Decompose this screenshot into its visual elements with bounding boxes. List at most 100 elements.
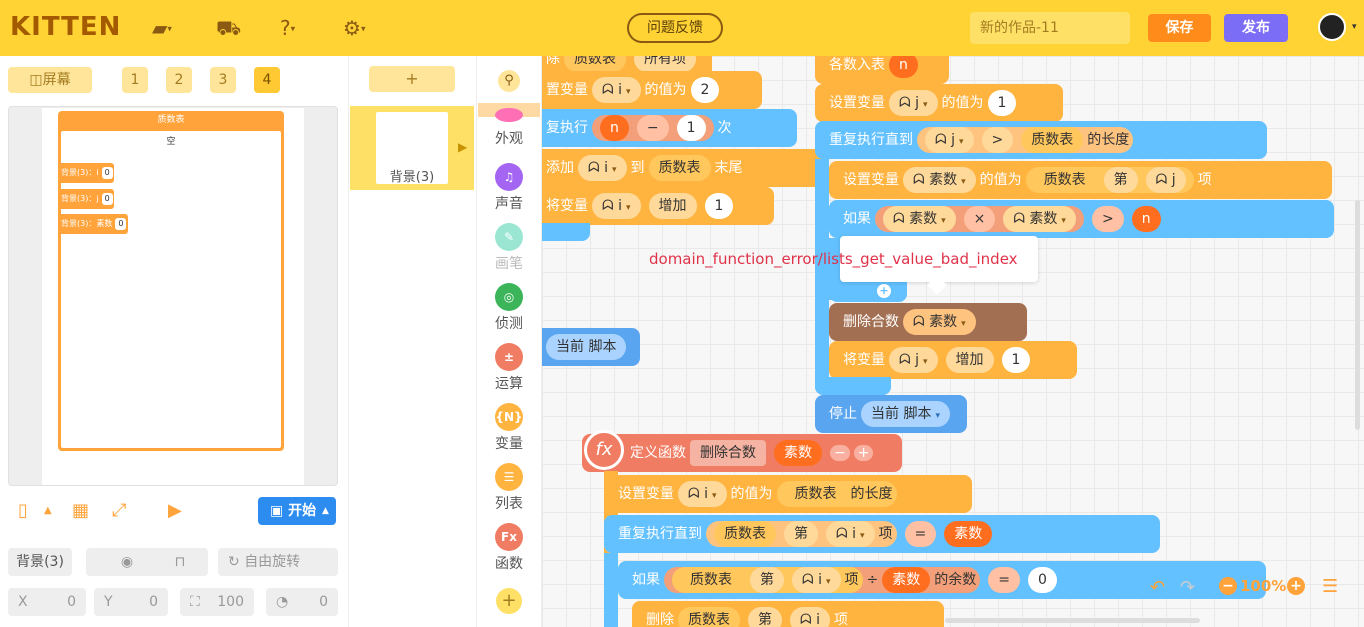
size-field[interactable]: ⛶ 100 <box>180 588 254 616</box>
project-name-input[interactable]: 新的作品-11 <box>970 12 1130 44</box>
start-icon: ▣ <box>270 503 284 519</box>
x-field[interactable]: X0 <box>8 588 86 616</box>
block-call-delete-composite[interactable]: 删除合数 ᗣ 素数 ▾ <box>829 303 1027 341</box>
ghost-icon: ᗣ <box>602 82 614 98</box>
appearance-icon <box>495 108 523 122</box>
variable-monitor-j[interactable]: 背景(3)：j 0 <box>58 189 114 209</box>
file-menu-icon[interactable]: ▰▾ <box>152 15 186 41</box>
operator-icon: ± <box>495 343 523 371</box>
redo-icon[interactable]: ↷ <box>1180 577 1195 598</box>
ghost-icon: ᗣ <box>899 352 911 368</box>
zoom-out-button[interactable]: − <box>1219 577 1237 595</box>
screen-tab-2[interactable]: 2 <box>166 67 192 93</box>
ghost-icon: ᗣ <box>688 486 700 502</box>
direction-icon: ◔ <box>276 594 289 610</box>
block-change-j[interactable]: 将变量 ᗣ j ▾ 增加 1 <box>829 341 1077 379</box>
variable-monitor-prime[interactable]: 背景(3)：素数 0 <box>58 214 128 234</box>
add-param-icon[interactable]: + <box>853 445 874 461</box>
variable-monitor-i[interactable]: 背景(3)：i 0 <box>58 163 114 183</box>
direction-field[interactable]: ◔ 0 <box>266 588 338 616</box>
block-set-prime[interactable]: 设置变量 ᗣ 素数 ▾ 的值为 质数表第 ᗣ j项 <box>829 161 1332 199</box>
ghost-icon: ᗣ <box>588 160 600 176</box>
remove-param-icon[interactable]: − <box>830 445 850 461</box>
list-monitor[interactable]: 质数表 空 <box>58 111 284 451</box>
rotation-mode-select[interactable]: ↻ 自由旋转 <box>218 548 338 576</box>
chevron-down-icon[interactable]: ▾ <box>1352 22 1357 32</box>
block-add-to-list[interactable]: 添加 ᗣ i ▾ 到质数表 末尾 <box>542 149 822 187</box>
screen-icon: ◫ <box>29 72 43 88</box>
video-icon[interactable]: ▶ <box>168 500 182 521</box>
block-numbers-to-list[interactable]: 各数入表 n <box>815 56 949 84</box>
align-blocks-icon[interactable]: ☰ <box>1322 576 1338 597</box>
category-variable[interactable]: {N} 变量 <box>476 403 542 453</box>
start-button[interactable]: ▣ 开始 ▲ <box>258 497 336 525</box>
fullscreen-icon[interactable]: ⤢ <box>112 500 126 521</box>
block-if-remainder[interactable]: 如果 质数表第 ᗣ i ▾ 项 ÷ 素数 的余数 = 0 <box>618 561 1266 599</box>
variable-icon: {N} <box>495 403 523 431</box>
code-workspace[interactable]: 除质数表 所有项 置变量 ᗣ i ▾ 的值为 2 复执行 n −1 次 添加 ᗣ i ▾ 到质数表 末尾… <box>542 56 1364 627</box>
block-repeat-times[interactable]: 复执行 n −1 次 <box>542 109 797 147</box>
block-delete-item[interactable]: 删除 质数表第 ᗣ i项 <box>632 601 944 627</box>
publish-button[interactable]: 发布 <box>1224 14 1288 42</box>
y-field[interactable]: Y0 <box>94 588 168 616</box>
category-appearance[interactable]: 外观 <box>476 108 542 148</box>
phone-view-icon[interactable]: ▯ <box>18 500 28 521</box>
screen-tab-3[interactable]: 3 <box>210 67 236 93</box>
avatar[interactable] <box>1318 13 1346 41</box>
block-change-i[interactable]: 将变量 ᗣ i ▾ 增加 1 <box>542 187 774 225</box>
vertical-scrollbar[interactable] <box>1355 200 1360 430</box>
bag-icon[interactable]: ⛟ <box>216 15 250 41</box>
category-operator[interactable]: ± 运算 <box>476 343 542 393</box>
size-icon: ⛶ <box>190 594 200 610</box>
category-function[interactable]: Fx 函数 <box>476 523 542 573</box>
app-logo[interactable]: KITTEN <box>10 12 121 42</box>
block-repeat-until-equal[interactable]: 重复执行直到 质数表第 ᗣ i ▾ 项 = 素数 <box>604 515 1160 553</box>
add-extension-button[interactable]: + <box>496 588 522 614</box>
block-if[interactable]: 如果 ᗣ 素数 ▾ × ᗣ 素数 ▾ > n <box>829 200 1334 238</box>
function-icon: fx <box>584 430 624 470</box>
settings-gear-icon[interactable]: ⚙▾ <box>343 15 377 41</box>
repeat-block-end <box>542 223 590 241</box>
category-sensing[interactable]: ◎ 侦测 <box>476 283 542 333</box>
search-icon[interactable]: ⚲ <box>498 70 520 92</box>
ghost-icon: ᗣ <box>836 526 848 542</box>
chevron-right-icon[interactable]: ▶ <box>458 140 467 154</box>
block-set-i-length[interactable]: 设置变量 ᗣ i ▾ 的值为 质数表 的长度 <box>604 475 972 513</box>
category-sound[interactable]: ♫ 声音 <box>476 163 542 213</box>
chevron-up-icon[interactable]: ▲ <box>322 497 329 525</box>
save-button[interactable]: 保存 <box>1148 14 1211 42</box>
block-stop[interactable]: 停止 当前 脚本 ▾ <box>815 395 967 433</box>
screen-button[interactable]: ◫屏幕 <box>8 67 92 93</box>
block-stop-script[interactable]: 当前 脚本 <box>542 328 640 366</box>
lock-icon[interactable]: ⊓ <box>152 548 208 576</box>
category-list[interactable]: ☰ 列表 <box>476 463 542 513</box>
background-label: 背景(3) <box>389 170 435 185</box>
block-repeat-until[interactable]: 重复执行直到 ᗣ j ▾ > 质数表 的长度 <box>815 121 1267 159</box>
block-set-j[interactable]: 设置变量 ᗣ j ▾ 的值为 1 <box>815 84 1063 122</box>
undo-icon[interactable]: ↶ <box>1150 577 1165 598</box>
grid-icon[interactable]: ▦ <box>72 500 89 521</box>
ghost-icon: ᗣ <box>899 95 911 111</box>
list-icon: ☰ <box>495 463 523 491</box>
add-sprite-button[interactable]: + <box>369 66 455 92</box>
help-menu-icon[interactable]: ?▾ <box>280 15 314 41</box>
repeat-until-arm <box>815 159 829 389</box>
horizontal-scrollbar[interactable] <box>945 618 1200 623</box>
ghost-icon: ᗣ <box>602 198 614 214</box>
block-define-function[interactable]: 定义函数 删除合数 素数 − + <box>582 434 902 472</box>
screen-tab-4[interactable]: 4 <box>254 67 280 93</box>
feedback-button[interactable]: 问题反馈 <box>627 13 723 43</box>
ghost-icon: ᗣ <box>800 612 812 627</box>
repeat-until-end <box>815 377 891 395</box>
block-set-i[interactable]: 置变量 ᗣ i ▾ 的值为 2 <box>542 71 762 109</box>
list-empty-label: 空 <box>166 137 176 147</box>
ghost-icon: ᗣ <box>893 211 905 227</box>
zoom-in-button[interactable]: + <box>1287 577 1305 595</box>
function-icon: Fx <box>495 523 523 551</box>
screen-tab-1[interactable]: 1 <box>122 67 148 93</box>
category-pen[interactable]: ✎ 画笔 <box>476 223 542 273</box>
ghost-icon: ᗣ <box>913 172 925 188</box>
add-else-icon[interactable]: + <box>877 284 891 298</box>
sprite-name-field[interactable]: 背景(3) <box>8 548 72 576</box>
chevron-up-icon[interactable]: ▲ <box>44 505 52 516</box>
